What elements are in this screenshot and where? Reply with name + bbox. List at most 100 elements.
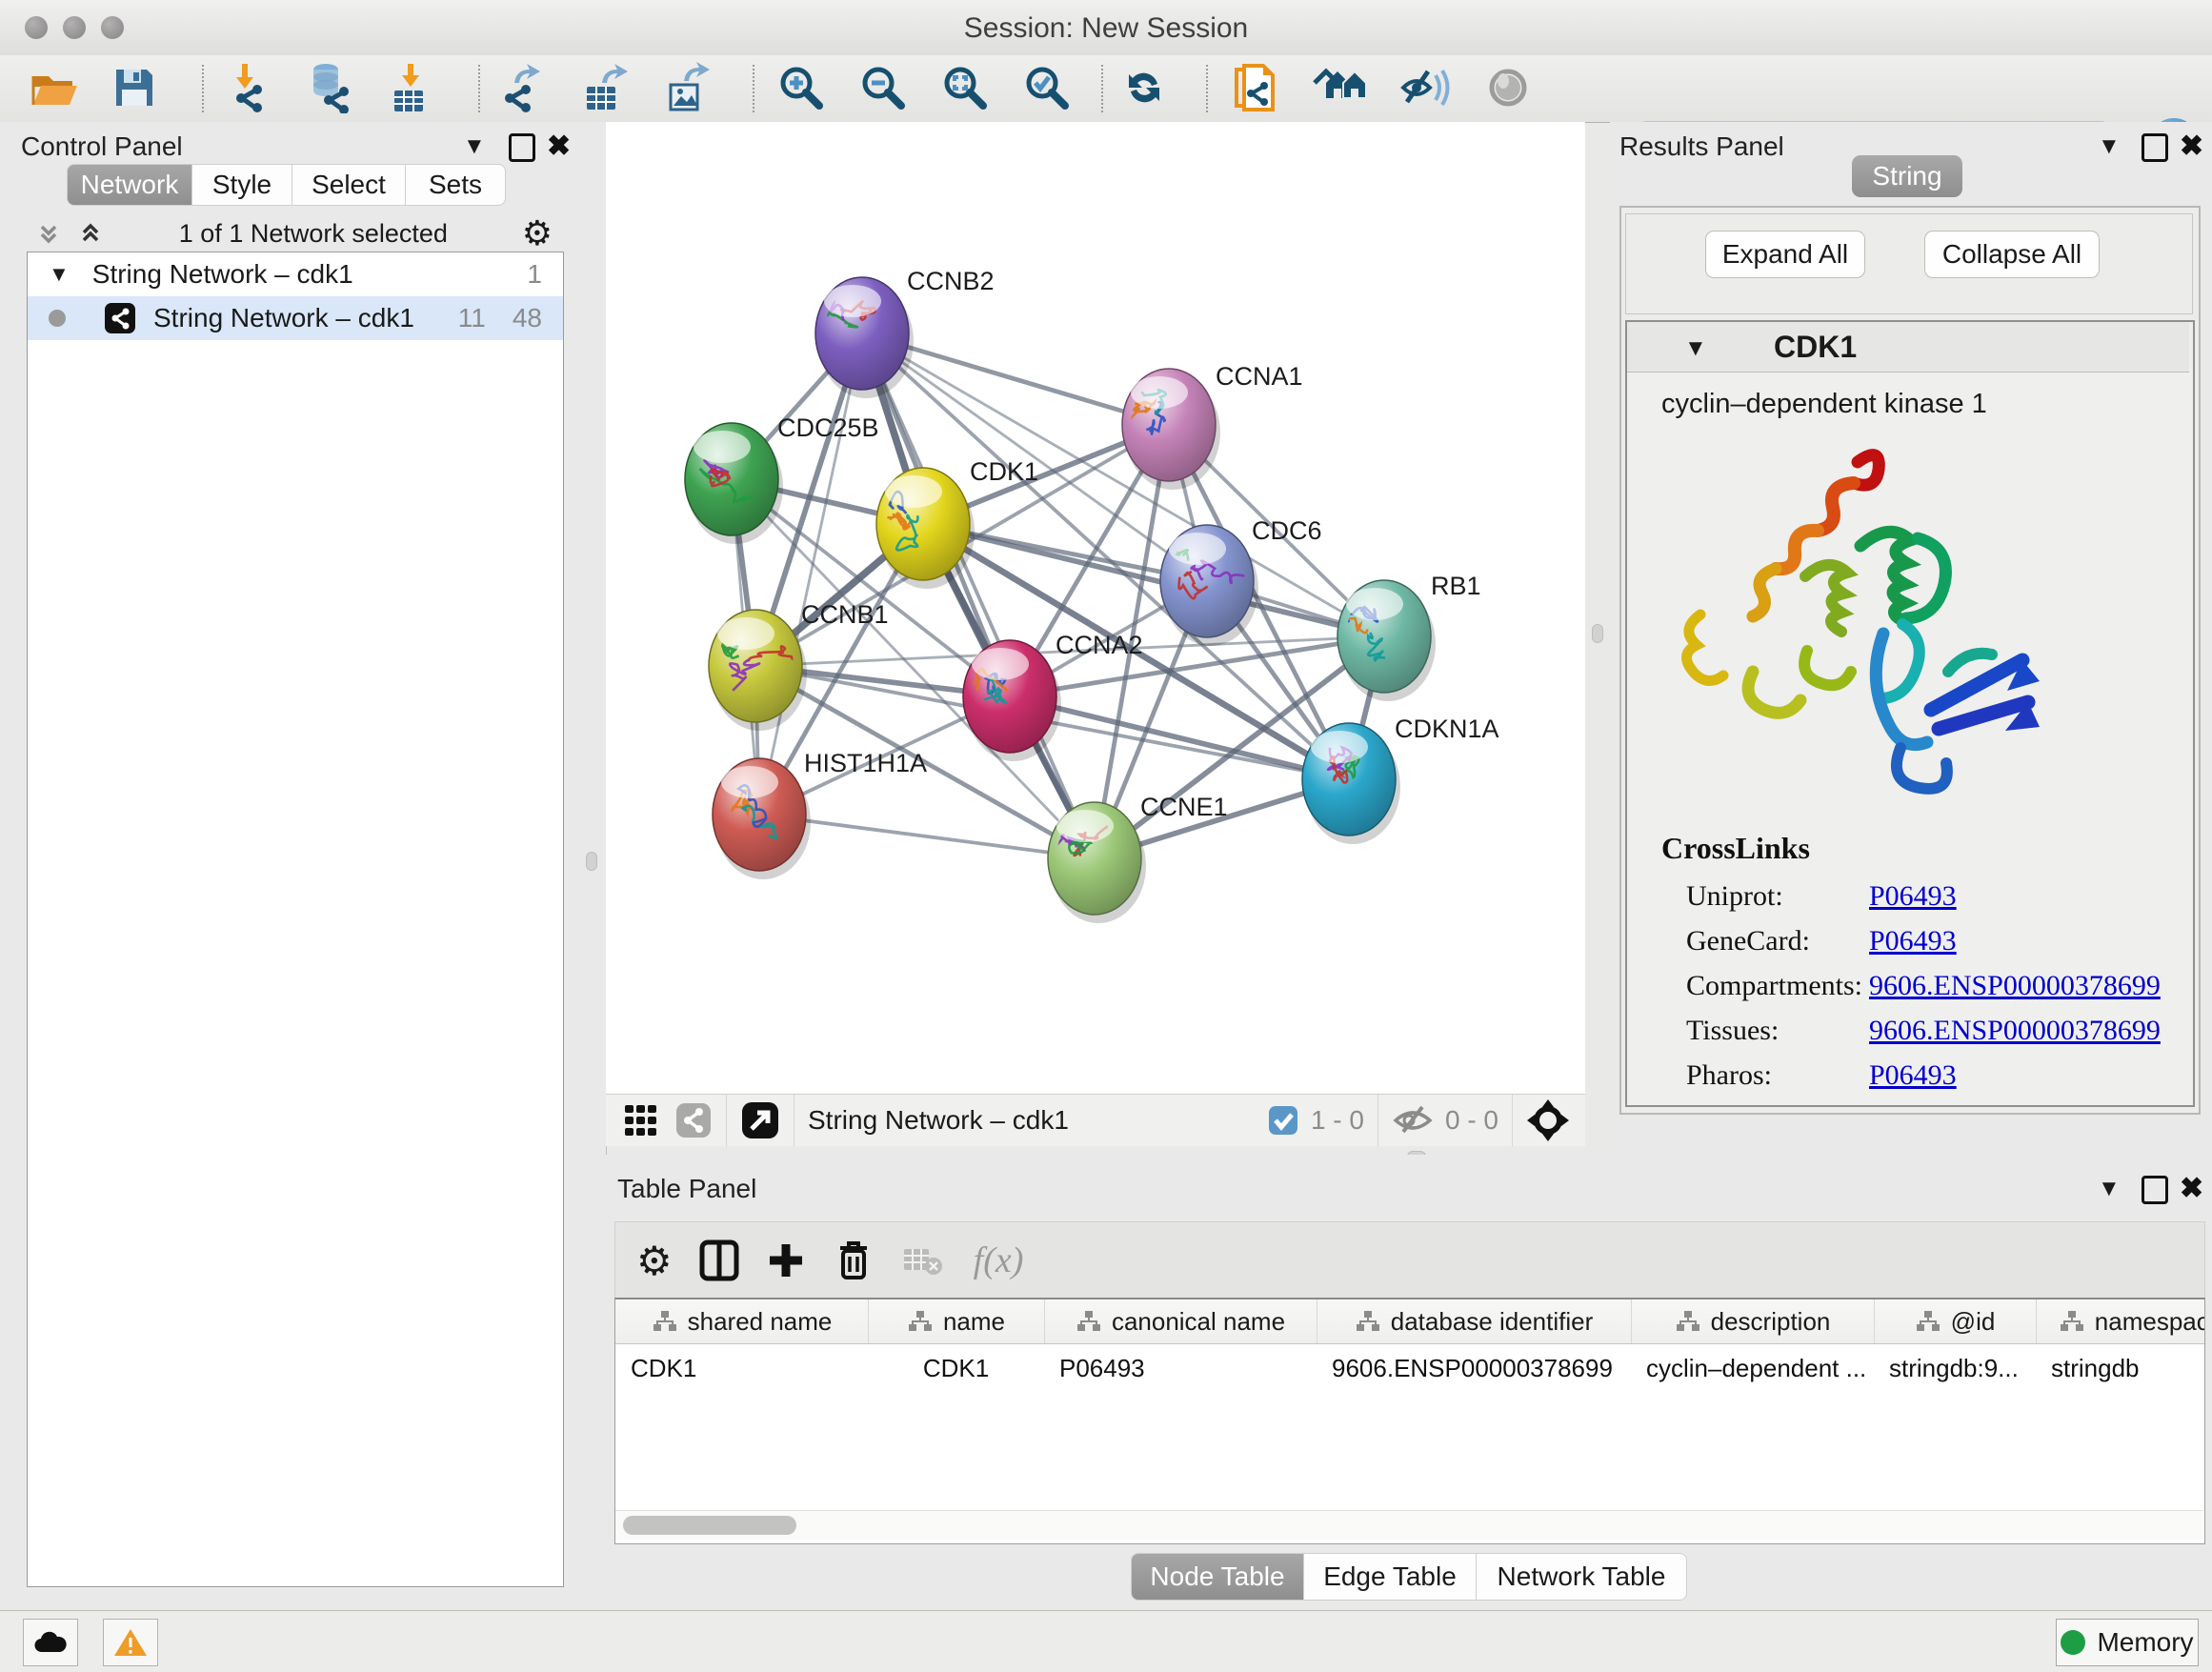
network-node-CDKN1A[interactable]: CDKN1A xyxy=(1302,715,1499,844)
network-canvas[interactable]: CCNB2 CCNA1 CDC25BCDK1 CDC6RB1 CCNB1 CCNA2 CDK… xyxy=(606,122,1585,1094)
hide-unhide-button[interactable] xyxy=(1397,60,1452,115)
tab-edge-table[interactable]: Edge Table xyxy=(1304,1553,1477,1601)
tab-network-table[interactable]: Network Table xyxy=(1477,1553,1687,1601)
crosslink-link[interactable]: 9606.ENSP00000378699 xyxy=(1869,1015,2161,1047)
node-label-CCNA2: CCNA2 xyxy=(1056,631,1143,659)
network-node-RB1[interactable]: RB1 xyxy=(1335,572,1481,701)
network-edge[interactable] xyxy=(862,333,1095,858)
expand-all-button[interactable]: Expand All xyxy=(1705,231,1865,278)
cell-canonical-name[interactable]: P06493 xyxy=(1044,1349,1317,1387)
node-result-header[interactable] xyxy=(1627,322,2189,373)
string-import-button[interactable] xyxy=(1227,60,1282,115)
crosslink-link[interactable]: 9606.ENSP00000378699 xyxy=(1869,970,2161,1002)
right-splitter-handle[interactable] xyxy=(1592,624,1603,643)
open-session-button[interactable] xyxy=(27,60,82,115)
tab-select[interactable]: Select xyxy=(292,164,406,206)
results-panel-close-icon[interactable]: ✖ xyxy=(2180,130,2203,163)
network-node-CCNB2[interactable]: CCNB2 xyxy=(815,267,995,398)
results-panel-collapse-icon[interactable]: ▼ xyxy=(2098,133,2121,160)
network-node-CDK1[interactable]: CDK1 xyxy=(872,457,1038,589)
network-node-CDC25B[interactable]: CDC25B xyxy=(685,413,879,544)
warnings-button[interactable] xyxy=(103,1619,158,1666)
entry-description: cyclin–dependent kinase 1 xyxy=(1661,389,1987,420)
cell-shared-name[interactable]: CDK1 xyxy=(615,1349,868,1387)
table-horizontal-scrollbar[interactable] xyxy=(615,1510,2202,1540)
add-column-icon[interactable] xyxy=(766,1240,806,1280)
network-graph[interactable]: CCNB2 CCNA1 CDC25BCDK1 CDC6RB1 CCNB1 CCNA2 CDK… xyxy=(606,122,1585,1094)
table-panel-float-icon[interactable] xyxy=(2142,1176,2168,1204)
first-neighbors-button[interactable] xyxy=(1313,60,1368,115)
show-columns-icon[interactable] xyxy=(699,1239,739,1281)
tab-node-table[interactable]: Node Table xyxy=(1131,1553,1304,1601)
collapse-all-chevron-icon[interactable] xyxy=(34,219,63,248)
import-network-file-button[interactable] xyxy=(217,60,272,115)
control-panel-float-icon[interactable] xyxy=(509,133,535,162)
entry-collapse-icon[interactable]: ▼ xyxy=(1684,335,1707,362)
column-header-description[interactable]: description xyxy=(1631,1299,1875,1343)
column-header--id[interactable]: @id xyxy=(1874,1299,2037,1343)
tab-style[interactable]: Style xyxy=(192,164,292,206)
export-table-button[interactable] xyxy=(577,60,633,115)
crosslink-link[interactable]: P06493 xyxy=(1869,1059,1957,1092)
table-panel-collapse-icon[interactable]: ▼ xyxy=(2098,1176,2121,1202)
refresh-view-button[interactable] xyxy=(1116,60,1172,115)
column-header-database-identifier[interactable]: database identifier xyxy=(1317,1299,1632,1343)
network-edge[interactable] xyxy=(759,333,862,815)
zoom-selected-button[interactable] xyxy=(1019,60,1075,115)
scrollbar-thumb[interactable] xyxy=(623,1516,796,1535)
cell-database-identifier[interactable]: 9606.ENSP00000378699 xyxy=(1317,1349,1631,1387)
zoom-out-button[interactable] xyxy=(855,60,911,115)
selected-checkbox-icon[interactable] xyxy=(1267,1104,1299,1137)
collapse-all-button[interactable]: Collapse All xyxy=(1924,231,2100,278)
results-panel-float-icon[interactable] xyxy=(2142,133,2168,162)
control-panel-close-icon[interactable]: ✖ xyxy=(547,130,571,163)
network-node-HIST1H1A[interactable]: HIST1H1A xyxy=(713,749,927,879)
export-network-button[interactable] xyxy=(495,60,551,115)
column-header-shared-name[interactable]: shared name xyxy=(615,1299,869,1343)
network-node-CCNB1[interactable]: CCNB1 xyxy=(709,600,889,731)
cell-description[interactable]: cyclin–dependent ... xyxy=(1631,1349,1874,1387)
zoom-fit-button[interactable] xyxy=(937,60,993,115)
cell-namespace[interactable]: stringdb xyxy=(2036,1349,2205,1387)
node-table[interactable]: shared namenamecanonical namedatabase id… xyxy=(614,1298,2205,1544)
network-row[interactable]: String Network – cdk1 11 48 xyxy=(28,296,563,340)
column-type-icon xyxy=(1076,1310,1102,1333)
bird-eye-view-button[interactable] xyxy=(1480,60,1536,115)
toolbar-divider xyxy=(753,65,754,112)
collection-expand-icon[interactable]: ▼ xyxy=(49,262,70,287)
network-node-CCNA1[interactable]: CCNA1 xyxy=(1122,362,1303,490)
control-panel-collapse-icon[interactable]: ▼ xyxy=(463,133,486,160)
tab-sets[interactable]: Sets xyxy=(406,164,506,206)
table-options-gear-icon[interactable]: ⚙ xyxy=(636,1238,673,1284)
zoom-in-button[interactable] xyxy=(774,60,829,115)
left-splitter-handle[interactable] xyxy=(586,852,597,871)
cell--id[interactable]: stringdb:9... xyxy=(1874,1349,2036,1387)
network-collection-row[interactable]: ▼ String Network – cdk1 1 xyxy=(28,252,563,296)
memory-button[interactable]: Memory xyxy=(2056,1619,2199,1666)
crosslink-link[interactable]: P06493 xyxy=(1869,880,1957,913)
delete-column-icon[interactable] xyxy=(835,1239,873,1282)
network-node-CCNE1[interactable]: CCNE1 xyxy=(1048,793,1228,923)
bird-eye-toggle-icon[interactable] xyxy=(1526,1098,1570,1142)
cloud-status-button[interactable] xyxy=(23,1619,78,1666)
expand-all-chevron-icon[interactable] xyxy=(76,219,105,248)
column-header-name[interactable]: name xyxy=(868,1299,1045,1343)
import-network-database-button[interactable] xyxy=(299,60,354,115)
network-node-CDC6[interactable]: CDC6 xyxy=(1160,516,1322,646)
column-header-canonical-name[interactable]: canonical name xyxy=(1044,1299,1317,1343)
export-image-button[interactable] xyxy=(659,60,714,115)
save-session-button[interactable] xyxy=(107,60,162,115)
tab-network[interactable]: Network xyxy=(67,164,192,206)
table-panel-close-icon[interactable]: ✖ xyxy=(2180,1172,2203,1205)
control-panel-tabs: NetworkStyleSelectSets xyxy=(67,164,506,206)
hidden-eye-slash-icon[interactable] xyxy=(1392,1103,1434,1138)
column-header-namespace[interactable]: namespace xyxy=(2036,1299,2205,1343)
open-in-window-icon[interactable] xyxy=(740,1100,780,1140)
import-table-file-button[interactable] xyxy=(381,60,436,115)
crosslink-link[interactable]: P06493 xyxy=(1869,925,1957,957)
network-view-icon[interactable] xyxy=(674,1101,713,1139)
tab-string[interactable]: String xyxy=(1852,155,1962,197)
grid-view-icon[interactable] xyxy=(623,1101,661,1139)
cell-name[interactable]: CDK1 xyxy=(868,1349,1044,1387)
network-options-gear-icon[interactable]: ⚙ xyxy=(522,213,553,253)
